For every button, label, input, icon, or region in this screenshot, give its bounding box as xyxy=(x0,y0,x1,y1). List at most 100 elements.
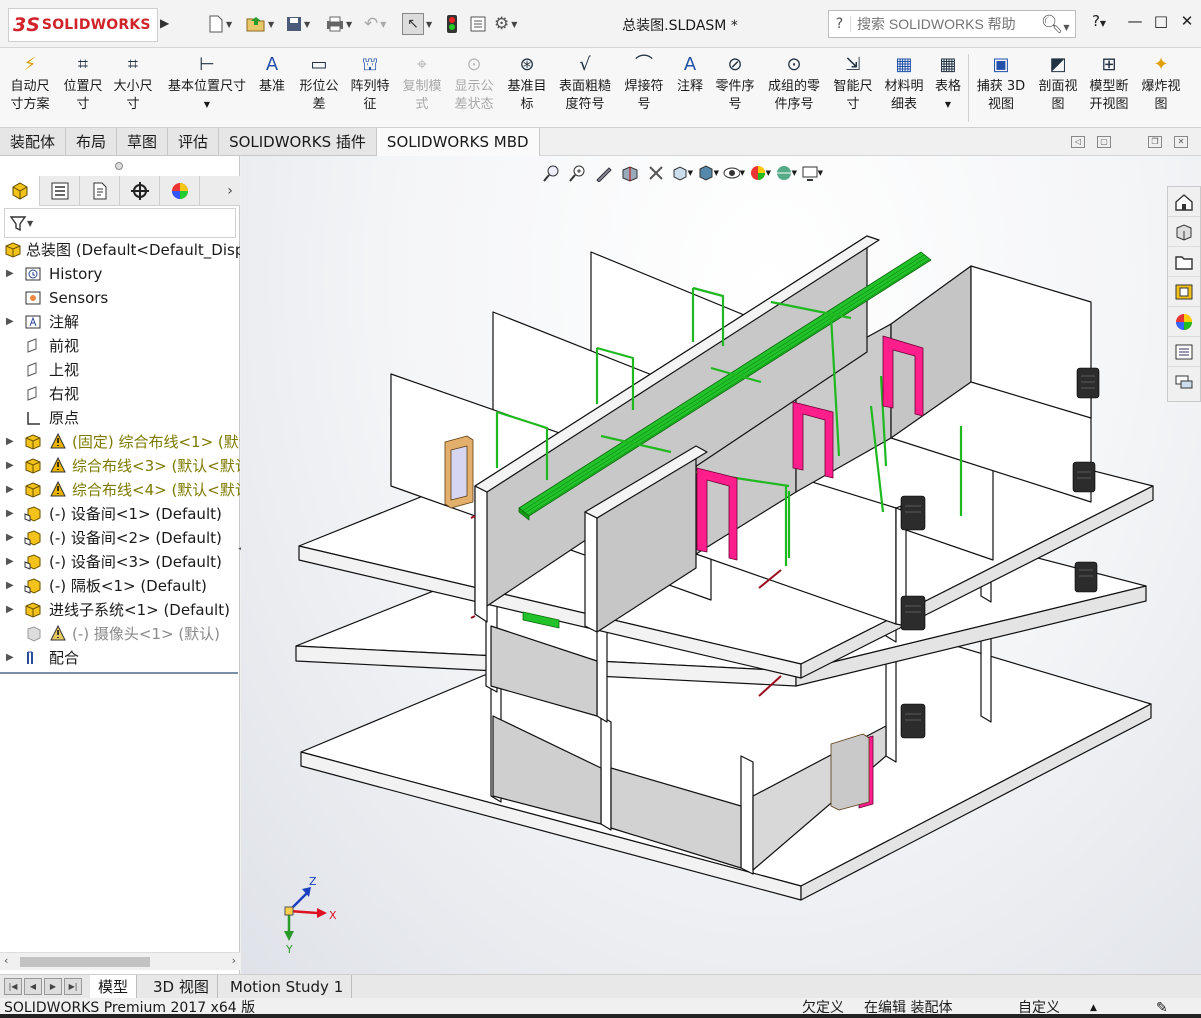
size-dimension-button[interactable]: ⌗ 大小尺寸 xyxy=(109,54,157,114)
bom-button[interactable]: ▦ 材料明 细表 xyxy=(880,54,928,114)
tab-sketch[interactable]: 草图 xyxy=(117,128,169,156)
tab-model[interactable]: 模型 xyxy=(90,975,138,999)
expand-arrow-icon[interactable]: ▶ xyxy=(6,598,14,622)
first-tab-arrow-icon[interactable]: |◀ xyxy=(4,978,22,995)
location-dimension-button[interactable]: ⌗ 位置尺寸 xyxy=(59,54,107,114)
minimize-button[interactable]: — xyxy=(1122,12,1148,36)
design-library-tab[interactable] xyxy=(1168,217,1200,247)
tree-item[interactable]: ▶ (-) 设备间<3> (Default) xyxy=(0,550,240,574)
tab-3d-views[interactable]: 3D 视图 xyxy=(145,975,218,999)
new-document-button[interactable]: ▼ xyxy=(208,12,232,36)
search-help-box[interactable]: ? 🔍︎▼ xyxy=(828,10,1076,38)
display-manager-tab[interactable] xyxy=(160,176,200,206)
surface-finish-button[interactable]: √ 表面粗糙 度符号 xyxy=(554,54,616,114)
expand-arrow-icon[interactable]: ▶ xyxy=(6,454,14,478)
capture-3d-view-button[interactable]: ▣ 捕获 3D 视图 xyxy=(974,54,1028,114)
save-button[interactable]: ▼ xyxy=(286,12,310,36)
datum-button[interactable]: A 基准 xyxy=(255,54,289,96)
feature-manager-tab[interactable] xyxy=(0,176,40,206)
viewport-restore-left-icon[interactable]: ◁ xyxy=(1071,136,1085,148)
custom-properties-tab[interactable] xyxy=(1168,337,1200,367)
file-explorer-tab[interactable] xyxy=(1168,247,1200,277)
close-button[interactable]: ✕ xyxy=(1174,12,1200,36)
command-dropdown-icon[interactable]: ▼ xyxy=(933,96,963,114)
print-button[interactable]: ▼ xyxy=(326,12,352,36)
tree-item[interactable]: ▶ History xyxy=(0,262,240,286)
auto-dimension-button[interactable]: ⚡ 自动尺 寸方案 xyxy=(6,54,54,114)
tree-item[interactable]: ▶ 综合布线<3> (默认<默认 xyxy=(0,454,240,478)
solidworks-logo[interactable]: 3S SOLIDWORKS xyxy=(8,8,158,42)
expand-arrow-icon[interactable]: ▶ xyxy=(6,502,14,526)
tab-mbd[interactable]: SOLIDWORKS MBD xyxy=(376,128,540,156)
viewport-maximize-icon[interactable]: ❐ xyxy=(1148,136,1162,148)
property-manager-tab[interactable] xyxy=(40,176,80,206)
rebuild-button[interactable] xyxy=(446,12,458,36)
stacked-balloon-button[interactable]: ⊙ 成组的零 件序号 xyxy=(762,54,826,114)
appearances-tab[interactable] xyxy=(1168,307,1200,337)
expand-arrow-icon[interactable]: ▶ xyxy=(6,262,14,286)
tree-item[interactable]: ▶ (固定) 综合布线<1> (默认 xyxy=(0,430,240,454)
undo-button[interactable]: ↶ ▼ xyxy=(364,12,386,36)
open-button[interactable]: ▼ xyxy=(246,12,274,36)
tree-item[interactable]: 原点 xyxy=(0,406,240,430)
viewport-close-icon[interactable]: ✕ xyxy=(1174,136,1188,148)
geometric-tolerance-button[interactable]: ▭ 形位公差 xyxy=(296,54,342,114)
tree-item[interactable]: (-) 摄像头<1> (默认) xyxy=(0,622,240,646)
tree-filter[interactable]: ▼ xyxy=(4,208,236,238)
exploded-view-button[interactable]: ✦ 爆炸视图 xyxy=(1138,54,1184,114)
tree-item[interactable]: ▶ (-) 设备间<2> (Default) xyxy=(0,526,240,550)
tree-root[interactable]: 总装图 (Default<Default_Disp xyxy=(0,238,240,262)
note-button[interactable]: A 注释 xyxy=(673,54,707,96)
search-icon[interactable]: 🔍︎▼ xyxy=(1035,14,1075,35)
datum-target-button[interactable]: ⊛ 基准目标 xyxy=(503,54,551,114)
help-button[interactable]: ?▼ xyxy=(1086,12,1112,36)
smart-dimension-button[interactable]: ⇲ 智能尺寸 xyxy=(829,54,877,114)
tree-item[interactable]: 上视 xyxy=(0,358,240,382)
options-button[interactable]: ⚙ ▼ xyxy=(494,12,517,36)
tree-item[interactable]: ▶ (-) 隔板<1> (Default) xyxy=(0,574,240,598)
tree-end-rollback-bar[interactable] xyxy=(0,672,238,674)
next-tab-arrow-icon[interactable]: ▶ xyxy=(44,978,62,995)
select-button[interactable]: ↖ ▼ xyxy=(402,12,432,36)
horizontal-scrollbar[interactable]: ‹ › xyxy=(0,952,240,970)
expand-arrow-icon[interactable]: ▶ xyxy=(6,478,14,502)
tree-item[interactable]: 右视 xyxy=(0,382,240,406)
menu-expand-arrow-icon[interactable]: ▶ xyxy=(160,16,172,32)
tab-layout[interactable]: 布局 xyxy=(66,128,118,156)
configuration-manager-tab[interactable] xyxy=(80,176,120,206)
viewport-tile-icon[interactable]: ▢ xyxy=(1097,136,1111,148)
weld-symbol-button[interactable]: ⌒ 焊接符号 xyxy=(620,54,668,114)
tab-assembly[interactable]: 装配体 xyxy=(0,128,67,156)
forum-tab[interactable] xyxy=(1168,367,1200,397)
tree-item[interactable]: ▶ 综合布线<4> (默认<默认 xyxy=(0,478,240,502)
tab-evaluate[interactable]: 评估 xyxy=(168,128,220,156)
tree-item[interactable]: 前视 xyxy=(0,334,240,358)
pattern-feature-button[interactable]: ⛫ 阵列特征 xyxy=(346,54,394,114)
command-dropdown-icon[interactable]: ▼ xyxy=(162,96,252,114)
dimxpert-tab[interactable] xyxy=(120,176,160,206)
scrollbar-thumb[interactable] xyxy=(20,957,150,967)
tab-addins[interactable]: SOLIDWORKS 插件 xyxy=(219,128,377,156)
scroll-left-icon[interactable]: ‹ xyxy=(4,954,8,967)
expand-arrow-icon[interactable]: ▶ xyxy=(6,646,14,670)
search-input[interactable] xyxy=(857,16,1027,32)
assembly-3d-model[interactable]: X Y Z xyxy=(241,156,1201,974)
tree-item[interactable]: ▶ (-) 设备间<1> (Default) xyxy=(0,502,240,526)
graphics-area[interactable]: ▼ ▼ ▼ ▼ ▼ ▼ X Y Z xyxy=(241,156,1201,974)
tree-item[interactable]: Sensors xyxy=(0,286,240,310)
prev-tab-arrow-icon[interactable]: ◀ xyxy=(24,978,42,995)
tree-item[interactable]: ▶ 进线子系统<1> (Default) xyxy=(0,598,240,622)
scroll-right-icon[interactable]: › xyxy=(232,954,236,967)
model-break-view-button[interactable]: ⊞ 模型断 开视图 xyxy=(1085,54,1133,114)
expand-arrow-icon[interactable]: ▶ xyxy=(6,526,14,550)
expand-arrow-icon[interactable]: ▶ xyxy=(6,310,14,334)
maximize-button[interactable]: □ xyxy=(1148,12,1174,36)
section-view-button[interactable]: ◩ 剖面视图 xyxy=(1034,54,1082,114)
tree-item[interactable]: ▶ 注解 xyxy=(0,310,240,334)
table-button[interactable]: ▦ 表格 ▼ xyxy=(933,54,963,114)
last-tab-arrow-icon[interactable]: ▶| xyxy=(64,978,82,995)
balloon-button[interactable]: ⊘ 零件序号 xyxy=(711,54,759,114)
expand-arrow-icon[interactable]: ▶ xyxy=(6,550,14,574)
tab-motion-study[interactable]: Motion Study 1 xyxy=(222,975,353,999)
solidworks-resources-tab[interactable] xyxy=(1168,187,1200,217)
